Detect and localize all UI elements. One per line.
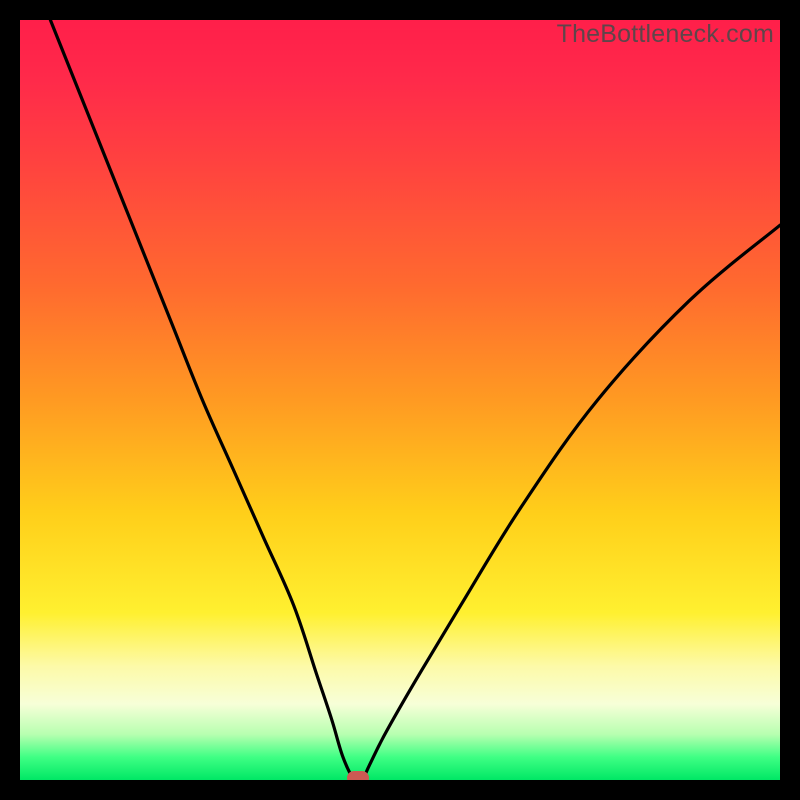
bottleneck-curve <box>20 20 780 780</box>
plot-frame: TheBottleneck.com <box>20 20 780 780</box>
optimal-point-marker <box>347 771 369 780</box>
